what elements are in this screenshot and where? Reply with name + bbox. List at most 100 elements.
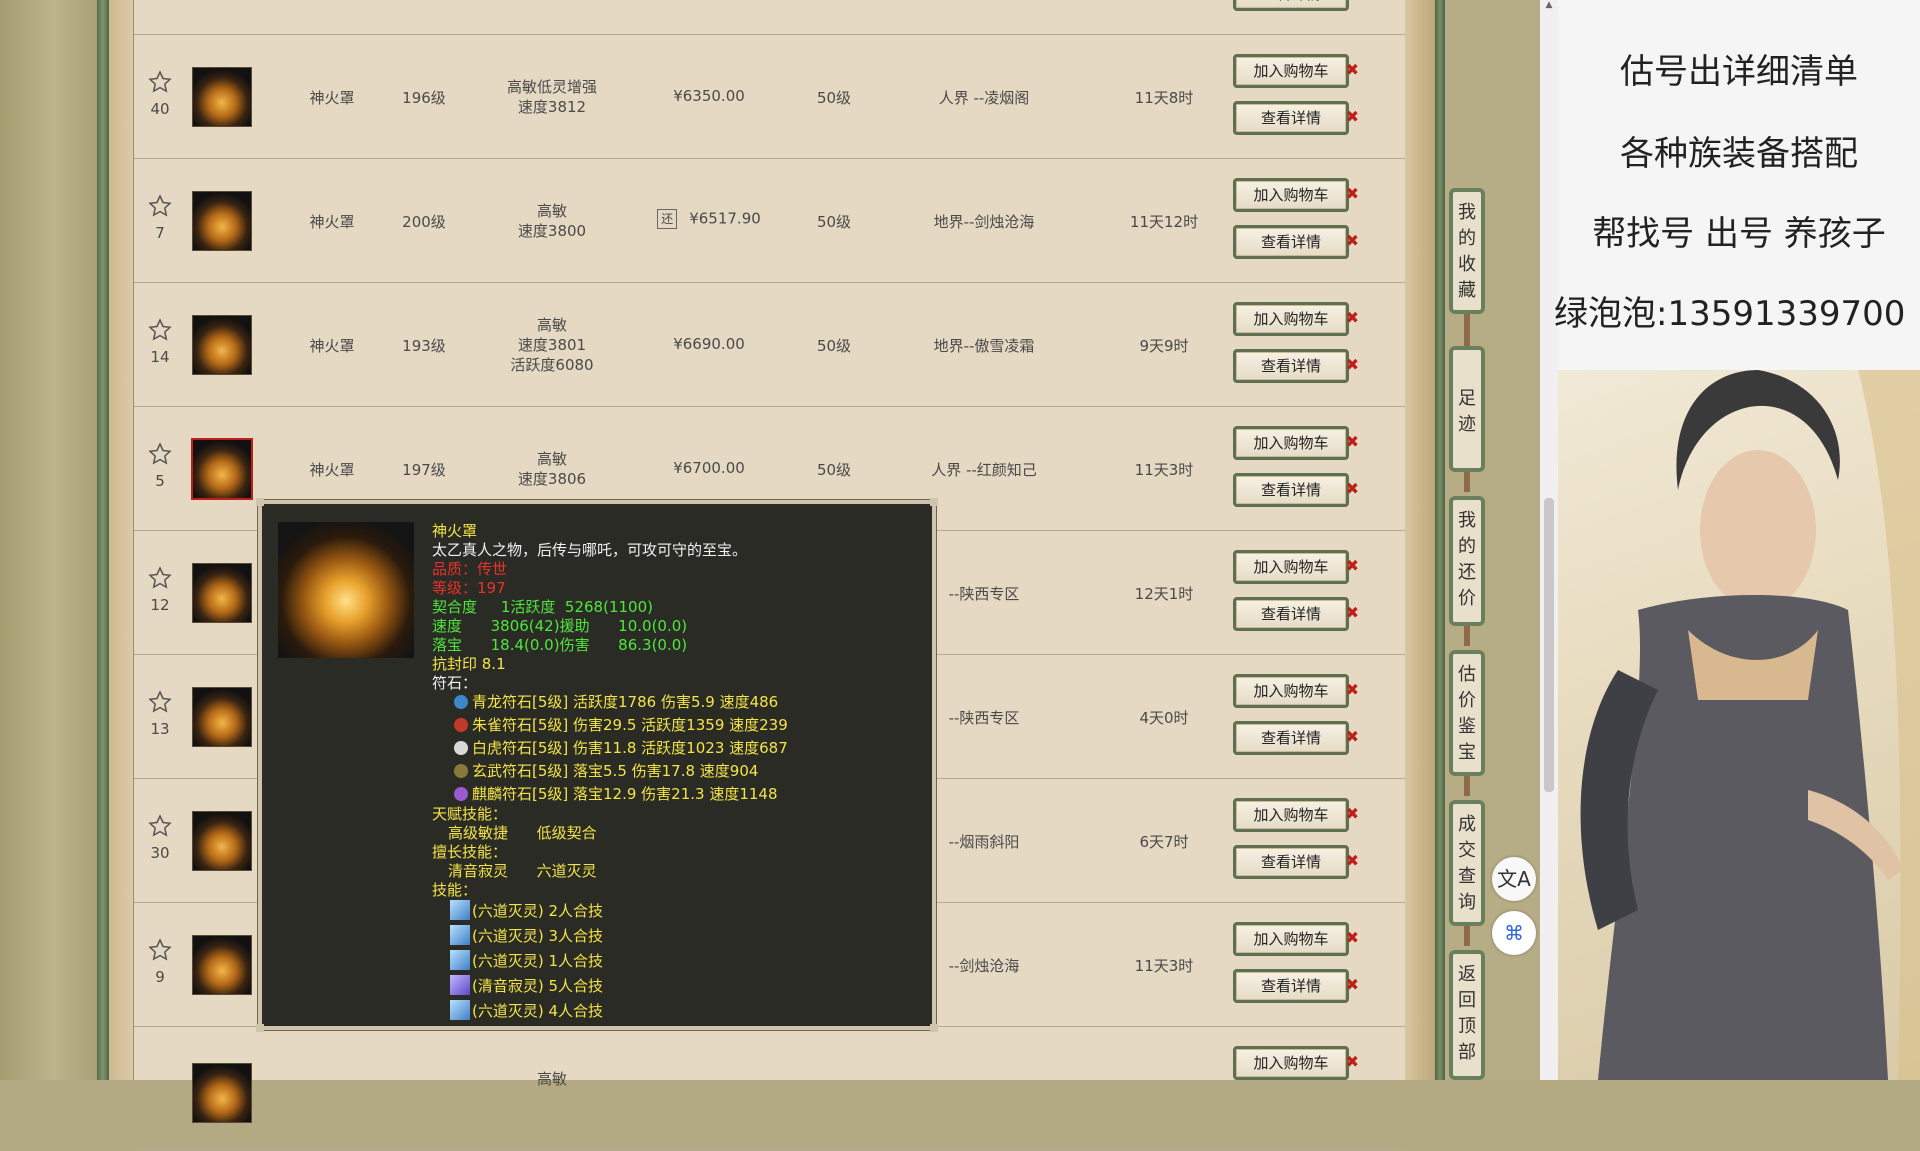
translate-icon[interactable]: 文A: [1492, 857, 1536, 901]
side-nav-deals[interactable]: 成交查询: [1449, 800, 1485, 926]
item-price: 还 ¥6517.90: [634, 209, 784, 229]
item-server: 地界--傲雪凌霜: [933, 337, 1035, 355]
add-to-cart-button[interactable]: 加入购物车 ✖: [1233, 798, 1359, 832]
add-to-cart-button[interactable]: 加入购物车 ✖: [1233, 922, 1359, 956]
item-mastery-level: 50级: [816, 213, 852, 231]
add-to-cart-button[interactable]: 加入购物车 ✖: [1233, 302, 1359, 336]
star-outline-icon[interactable]: [148, 566, 172, 590]
item-thumbnail[interactable]: [192, 687, 252, 747]
item-thumbnail[interactable]: [192, 191, 252, 251]
tooltip-title: 神火罩: [432, 522, 478, 540]
close-icon[interactable]: ✖: [1346, 605, 1359, 621]
item-attributes: 高敏 速度3806: [517, 450, 587, 488]
star-outline-icon[interactable]: [148, 318, 172, 342]
item-price: ¥6350.00: [673, 87, 745, 105]
rune-gem-icon: [454, 741, 468, 755]
item-remaining-time: 11天3时: [1134, 957, 1194, 975]
refund-icon[interactable]: 还: [657, 209, 678, 229]
view-detail-button[interactable]: 查看详情✖: [1233, 597, 1359, 631]
ad-line: 估号出详细清单: [1620, 52, 1858, 92]
item-thumbnail[interactable]: [192, 1063, 252, 1123]
close-icon[interactable]: ✖: [1346, 558, 1359, 574]
view-detail-button[interactable]: 查看详情✖: [1233, 969, 1359, 1003]
add-to-cart-button[interactable]: 加入购物车 ✖: [1233, 550, 1359, 584]
close-icon[interactable]: ✖: [1346, 186, 1359, 202]
close-icon[interactable]: ✖: [1346, 357, 1359, 373]
star-outline-icon[interactable]: [148, 70, 172, 94]
view-detail-button[interactable]: 查看详情✖: [1233, 845, 1359, 879]
side-nav-back-to-top[interactable]: 返回顶部: [1449, 950, 1485, 1080]
item-thumbnail[interactable]: [192, 563, 252, 623]
view-detail-button[interactable]: 查看详情✖: [1233, 349, 1359, 383]
scroll-up-arrow-icon[interactable]: ▲: [1540, 0, 1558, 10]
star-outline-icon[interactable]: [148, 442, 172, 466]
table-row[interactable]: 高敏 加入购物车 ✖: [134, 1026, 1406, 1151]
network-icon[interactable]: ⌘: [1492, 911, 1536, 955]
table-row[interactable]: 查看详情✖: [134, 0, 1406, 35]
view-detail-button[interactable]: 查看详情✖: [1233, 225, 1359, 259]
add-to-cart-button[interactable]: 加入购物车 ✖: [1233, 426, 1359, 460]
side-nav-appraisal[interactable]: 估价鉴宝: [1449, 650, 1485, 776]
view-detail-button[interactable]: 查看详情✖: [1233, 721, 1359, 755]
ad-line: 绿泡泡:13591339700: [1554, 294, 1906, 334]
item-thumbnail[interactable]: [192, 315, 252, 375]
close-icon[interactable]: ✖: [1346, 930, 1359, 946]
item-name: 神火罩: [309, 213, 355, 231]
side-nav-favorites[interactable]: 我的收藏: [1449, 188, 1485, 314]
star-outline-icon[interactable]: [148, 194, 172, 218]
close-icon[interactable]: ✖: [1346, 729, 1359, 745]
item-name: 神火罩: [309, 337, 355, 355]
tooltip-stat: 落宝 18.4(0.0)伤害 86.3(0.0): [432, 636, 688, 654]
close-icon[interactable]: ✖: [1346, 481, 1359, 497]
star-outline-icon[interactable]: [148, 938, 172, 962]
item-thumbnail[interactable]: [192, 67, 252, 127]
add-to-cart-button[interactable]: 加入购物车 ✖: [1233, 54, 1359, 88]
add-to-cart-button[interactable]: 加入购物车 ✖: [1233, 674, 1359, 708]
rune-list: 青龙符石[5级] 活跃度1786 伤害5.9 速度486 朱雀符石[5级] 伤害…: [454, 693, 788, 804]
star-outline-icon[interactable]: [148, 814, 172, 838]
item-thumbnail[interactable]: [192, 811, 252, 871]
item-price: ¥6700.00: [673, 459, 745, 477]
item-name: 神火罩: [309, 89, 355, 107]
close-icon[interactable]: ✖: [1346, 233, 1359, 249]
rune-item: 白虎符石[5级] 伤害11.8 活跃度1023 速度687: [454, 739, 788, 758]
close-icon[interactable]: ✖: [1346, 977, 1359, 993]
skill-item: (六道灭灵) 1人合技: [450, 950, 603, 971]
view-detail-button[interactable]: 查看详情✖: [1233, 101, 1359, 135]
scrollbar-thumb[interactable]: [1544, 498, 1554, 792]
item-server: 人界 --凌烟阁: [938, 89, 1030, 107]
side-nav-footprint[interactable]: 足迹: [1449, 346, 1485, 472]
tooltip-stat: 契合度 1活跃度 5268(1100): [432, 598, 653, 616]
item-level: 197级: [402, 461, 446, 479]
item-mastery-level: 50级: [816, 337, 852, 355]
close-icon[interactable]: ✖: [1346, 434, 1359, 450]
item-attributes: 高敏: [536, 1070, 567, 1088]
close-icon[interactable]: ✖: [1346, 0, 1359, 1]
item-remaining-time: 11天12时: [1129, 213, 1199, 231]
view-detail-button[interactable]: 查看详情✖: [1233, 473, 1359, 507]
add-to-cart-button[interactable]: 加入购物车 ✖: [1233, 178, 1359, 212]
add-to-cart-button[interactable]: 加入购物车 ✖: [1233, 1046, 1359, 1080]
item-thumbnail[interactable]: [191, 438, 253, 500]
close-icon[interactable]: ✖: [1346, 853, 1359, 869]
table-row[interactable]: 7 神火罩 200级 高敏 速度3800 还 ¥6517.90 50级 地界--剑烛…: [134, 158, 1406, 283]
tooltip-level: 等级：197: [432, 579, 506, 597]
skill-item: (六道灭灵) 2人合技: [450, 900, 603, 921]
item-thumbnail[interactable]: [192, 935, 252, 995]
close-icon[interactable]: ✖: [1346, 62, 1359, 78]
close-icon[interactable]: ✖: [1346, 310, 1359, 326]
close-icon[interactable]: ✖: [1346, 806, 1359, 822]
star-outline-icon[interactable]: [148, 690, 172, 714]
rune-item: 玄武符石[5级] 落宝5.5 伤害17.8 速度904: [454, 762, 788, 781]
item-remaining-time: 11天8时: [1134, 89, 1194, 107]
table-row[interactable]: 14 神火罩 193级 高敏 速度3801 活跃度6080 ¥6690.00 50级…: [134, 282, 1406, 407]
side-nav-my-offers[interactable]: 我的还价: [1449, 496, 1485, 626]
item-name: 神火罩: [309, 461, 355, 479]
item-attributes: 高敏低灵增强 速度3812: [506, 78, 597, 116]
close-icon[interactable]: ✖: [1346, 109, 1359, 125]
close-icon[interactable]: ✖: [1346, 682, 1359, 698]
table-row[interactable]: 40 神火罩 196级 高敏低灵增强 速度3812 ¥6350.00 50级 人界…: [134, 34, 1406, 159]
item-level: 200级: [402, 213, 446, 231]
view-detail-button[interactable]: 查看详情✖: [1233, 0, 1359, 11]
close-icon[interactable]: ✖: [1346, 1054, 1359, 1070]
